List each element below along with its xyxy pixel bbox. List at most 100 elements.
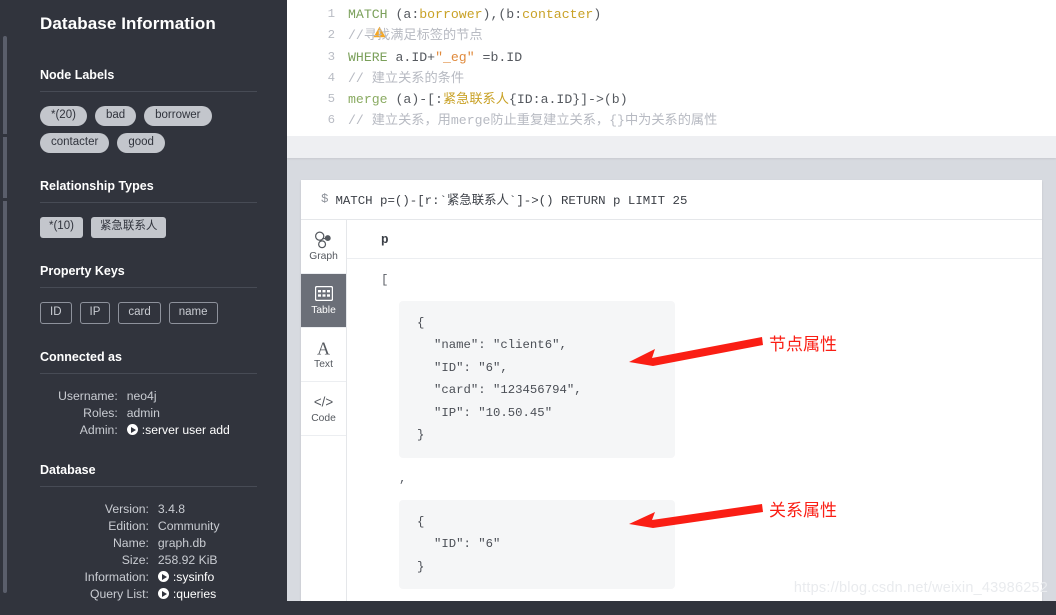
divider <box>40 485 257 487</box>
command-link-sysinfo[interactable]: :sysinfo <box>173 570 214 584</box>
bottom-bar <box>287 601 1056 615</box>
node-label-chip[interactable]: *(20) <box>40 106 87 127</box>
json-line: { <box>417 315 425 330</box>
relationship-type-chip[interactable]: *(10) <box>40 217 83 238</box>
divider <box>40 372 257 374</box>
row-value-with-command: :sysinfo <box>157 569 257 586</box>
svg-text:A: A <box>317 339 330 357</box>
row-label: Username: <box>58 389 118 404</box>
annotation-label-rel-props: 关系属性 <box>769 500 837 520</box>
neo4j-browser-app: Database Information Node Labels *(20) b… <box>0 0 1056 615</box>
property-key-chip[interactable]: name <box>168 301 218 324</box>
token-label: contacter <box>522 7 594 22</box>
property-key-chip-list: ID IP card name <box>40 301 257 324</box>
cypher-editor-card[interactable]: 1 MATCH (a:borrower),(b:contacter) 2 //寻… <box>287 0 1056 158</box>
cypher-editor[interactable]: 1 MATCH (a:borrower),(b:contacter) 2 //寻… <box>287 0 1056 136</box>
token-plain: ),(b: <box>482 7 523 22</box>
row-label: Admin: <box>79 423 118 438</box>
code-brackets-icon: </> <box>313 392 334 411</box>
code-line[interactable]: 1 MATCH (a:borrower),(b:contacter) <box>287 4 1056 38</box>
row-value: neo4j <box>126 389 157 404</box>
token-label: 紧急联系人 <box>442 92 509 108</box>
node-properties-json-block: { "name": "client6", "ID": "6", "card": … <box>399 300 675 458</box>
row-value: 258.92 KiB <box>157 553 218 568</box>
row-value-with-command: :server user add <box>126 422 257 439</box>
annotation-arrow-rel-props <box>629 503 763 528</box>
database-information-sidebar: Database Information Node Labels *(20) b… <box>10 0 287 615</box>
token-plain: {ID:a.ID}]->(b) <box>508 92 628 108</box>
command-link-queries[interactable]: :queries <box>173 587 216 601</box>
code-line[interactable]: 4 // 建立关系的条件 <box>287 68 1056 89</box>
section-heading-database: Database <box>40 462 96 477</box>
json-line: } <box>417 428 425 443</box>
relationship-type-chip[interactable]: 紧急联系人 <box>90 217 167 238</box>
frame-body: Graph Table A Text </> Code p [{"name"… <box>301 219 1042 615</box>
section-heading-node-labels: Node Labels <box>40 68 115 82</box>
line-number: 4 <box>327 70 335 85</box>
frame-query-bar[interactable]: $ MATCH p=()-[r:`紧急联系人`]->() RETURN p LI… <box>301 180 1042 220</box>
table-row: Roles: admin <box>40 405 257 422</box>
result-frame: $ MATCH p=()-[r:`紧急联系人`]->() RETURN p LI… <box>301 179 1042 615</box>
row-label: Version: <box>104 502 149 517</box>
code-text-comment[interactable]: // 建立关系，用merge防止重复建立关系，{}中为关系的属性 <box>335 110 717 131</box>
json-line: "name": "client6", <box>434 338 567 353</box>
result-pane: p [ { "name": "client6", "ID": "6", "car… <box>347 220 1042 615</box>
table-row: Query List: :queries <box>40 586 257 603</box>
json-open-bracket: [ <box>381 272 389 287</box>
main-stream: 1 MATCH (a:borrower),(b:contacter) 2 //寻… <box>287 0 1056 615</box>
code-line[interactable]: 6 // 建立关系，用merge防止重复建立关系，{}中为关系的属性 <box>287 110 1056 131</box>
code-text-comment[interactable]: //寻找满足标签的节点 <box>335 25 483 46</box>
json-comma: , <box>399 471 407 486</box>
svg-text:</>: </> <box>314 394 334 409</box>
code-text[interactable]: MATCH (a:borrower),(b:contacter) <box>335 4 601 25</box>
table-row: Edition: Community <box>40 518 257 535</box>
tab-code[interactable]: </> Code <box>301 382 346 436</box>
tab-text[interactable]: A Text <box>301 328 346 382</box>
code-line[interactable]: 5 merge (a)-[:紧急联系人{ID:a.ID}]->(b) <box>287 89 1056 110</box>
line-number: 6 <box>327 113 335 128</box>
node-label-chip[interactable]: bad <box>94 106 137 127</box>
tab-label: Table <box>311 305 336 317</box>
line-number: 1 <box>327 7 335 21</box>
code-text[interactable]: merge (a)-[:紧急联系人{ID:a.ID}]->(b) <box>335 89 628 110</box>
node-label-chip[interactable]: good <box>117 133 165 154</box>
command-link-server-user-add[interactable]: :server user add <box>142 423 230 437</box>
frame-query-text: MATCH p=()-[r:`紧急联系人`]->() RETURN p LIMI… <box>335 194 688 209</box>
node-label-chip[interactable]: borrower <box>144 106 212 127</box>
tab-graph[interactable]: Graph <box>301 220 346 274</box>
token-string: "_eg" <box>435 49 475 65</box>
json-line: "IP": "10.50.45" <box>434 405 553 420</box>
tab-table[interactable]: Table <box>301 273 346 328</box>
node-label-chip[interactable]: contacter <box>40 133 110 154</box>
line-number: 2 <box>327 28 335 43</box>
graph-nodes-icon <box>314 230 333 249</box>
code-text[interactable]: WHERE a.ID+"_eg" =b.ID <box>335 47 522 68</box>
page-title: Database Information <box>40 14 216 33</box>
sidebar-scrollbar-thumb[interactable] <box>3 36 7 593</box>
token-plain: a.ID+ <box>387 49 436 65</box>
code-line[interactable]: 2 //寻找满足标签的节点 <box>287 25 1056 46</box>
warning-triangle-icon[interactable] <box>287 4 387 68</box>
table-row: Version: 3.4.8 <box>40 501 257 518</box>
property-key-chip[interactable]: card <box>118 301 161 324</box>
code-text-comment[interactable]: // 建立关系的条件 <box>335 68 464 89</box>
play-icon[interactable] <box>126 424 138 436</box>
token-keyword: WHERE <box>348 49 388 65</box>
sidebar-scrollbar[interactable] <box>0 0 10 615</box>
property-key-chip[interactable]: ID <box>40 301 72 324</box>
json-line: { <box>417 514 425 529</box>
result-content: [ { "name": "client6", "ID": "6", "card"… <box>347 259 1042 615</box>
property-key-chip[interactable]: IP <box>79 301 111 324</box>
play-icon[interactable] <box>157 588 169 600</box>
watermark: https://blog.csdn.net/weixin_43986252 <box>793 580 1048 596</box>
row-label: Name: <box>113 536 149 551</box>
scrollbar-notch <box>3 134 7 137</box>
row-value: 3.4.8 <box>157 502 186 517</box>
code-line[interactable]: 3 WHERE a.ID+"_eg" =b.ID <box>287 47 1056 68</box>
token-plain: ) <box>593 7 602 22</box>
play-icon[interactable] <box>157 571 169 583</box>
letter-a-icon: A <box>314 338 333 357</box>
table-grid-icon <box>314 284 333 303</box>
token-keyword: MATCH <box>348 7 388 22</box>
token-plain: (a: <box>387 7 420 22</box>
